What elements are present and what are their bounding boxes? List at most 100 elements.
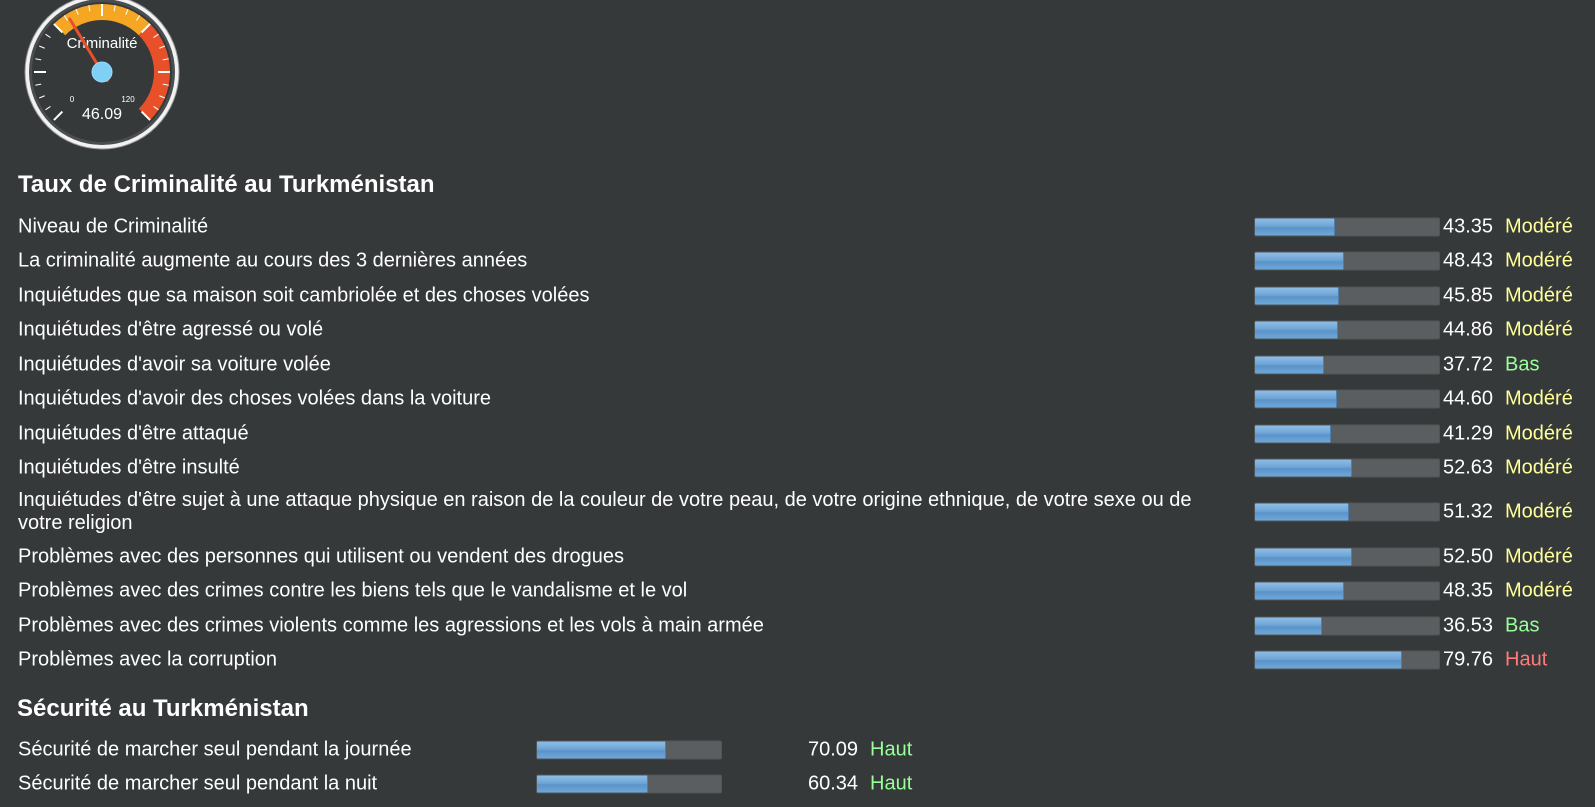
crime-row-bar — [1254, 424, 1440, 443]
crime-section-title: Taux de Criminalité au Turkménistan — [18, 171, 435, 198]
crime-row-value: 52.50 — [1443, 545, 1494, 567]
gauge-value: 46.09 — [82, 106, 122, 123]
crime-row-bar — [1254, 286, 1440, 305]
safety-row: Sécurité de marcher seul pendant la jour… — [18, 733, 1018, 767]
safety-table: Sécurité de marcher seul pendant la jour… — [18, 733, 1018, 801]
crime-row: Inquiétudes d'être attaqué 41.29 Modéré — [18, 416, 1578, 451]
crime-row-bar-fill — [1255, 459, 1352, 477]
crime-row-value: 44.86 — [1443, 318, 1494, 341]
crime-row-bar — [1254, 616, 1440, 635]
crime-row-value: 48.35 — [1443, 579, 1494, 602]
crime-row: Problèmes avec la corruption 79.76 Haut — [18, 643, 1578, 677]
crime-row-bar — [1254, 650, 1440, 670]
crime-row-level: Modéré — [1505, 500, 1573, 523]
crime-row-level: Modéré — [1505, 545, 1573, 567]
crime-index-gauge: Criminalité 0 120 46.09 — [22, 0, 182, 152]
crime-row: Inquiétudes d'avoir des choses volées da… — [18, 382, 1578, 416]
crime-row-label: Inquiétudes d'avoir sa voiture volée — [18, 353, 331, 375]
crime-row-bar-fill — [1255, 356, 1325, 373]
crime-row-bar — [1254, 502, 1440, 522]
gauge-min-label: 0 — [70, 95, 75, 104]
crime-row-bar — [1254, 355, 1440, 374]
safety-row-level: Haut — [870, 772, 913, 795]
crime-row-label: Inquiétudes que sa maison soit cambriolé… — [18, 284, 590, 306]
safety-row-label: Sécurité de marcher seul pendant la nuit — [18, 772, 378, 795]
crime-row-value: 52.63 — [1443, 456, 1494, 479]
safety-row: Sécurité de marcher seul pendant la nuit… — [18, 767, 1018, 801]
crime-row-bar-fill — [1255, 321, 1338, 339]
crime-row-bar-fill — [1255, 390, 1338, 408]
gauge-label: Criminalité — [67, 35, 138, 52]
crime-row: Inquiétudes d'être insulté 52.63 Modéré — [18, 451, 1578, 485]
crime-row-value: 79.76 — [1443, 648, 1494, 671]
crime-row-level: Bas — [1505, 353, 1540, 375]
crime-row-level: Modéré — [1505, 422, 1573, 444]
crime-row-bar-fill — [1255, 252, 1345, 270]
crime-row-label: Inquiétudes d'être sujet à une attaque p… — [18, 489, 1192, 534]
crime-row: Problèmes avec des crimes violents comme… — [18, 608, 1578, 643]
crime-row-label: Inquiétudes d'être insulté — [18, 456, 240, 479]
crime-row-value: 43.35 — [1443, 215, 1494, 238]
safety-row-bar-fill — [537, 741, 666, 759]
safety-row-value: 60.34 — [808, 772, 859, 795]
page: Criminalité 0 120 46.09 Taux de Criminalité… — [0, 0, 1595, 807]
gauge-max-label: 120 — [121, 95, 135, 104]
crime-row-bar — [1254, 458, 1440, 478]
crime-row-value: 48.43 — [1443, 249, 1494, 272]
crime-row-label: Niveau de Criminalité — [18, 215, 209, 238]
gauge-hub — [91, 61, 113, 83]
crime-row: La criminalité augmente au cours des 3 d… — [18, 244, 1578, 278]
crime-row-label: La criminalité augmente au cours des 3 d… — [18, 249, 528, 272]
crime-row-bar — [1254, 320, 1440, 340]
crime-row: Problèmes avec des crimes contre les bie… — [18, 574, 1578, 608]
crime-row-bar-fill — [1255, 548, 1352, 565]
crime-row: Inquiétudes d'être agressé ou volé 44.86 M… — [18, 313, 1578, 347]
safety-section-title: Sécurité au Turkménistan — [17, 695, 309, 722]
safety-row-bar — [536, 774, 722, 794]
crime-row-bar — [1254, 389, 1440, 409]
crime-row-level: Modéré — [1505, 284, 1573, 306]
crime-row-bar-fill — [1255, 582, 1344, 600]
crime-row-bar — [1254, 251, 1440, 271]
safety-row-bar — [536, 740, 722, 760]
crime-row-level: Haut — [1505, 648, 1548, 671]
crime-row-bar — [1254, 217, 1440, 237]
crime-row-bar-fill — [1255, 218, 1335, 236]
safety-row-bar-fill — [537, 775, 649, 793]
crime-row-label: Problèmes avec des crimes violents comme… — [18, 614, 764, 636]
crime-row-value: 45.85 — [1443, 284, 1494, 306]
crime-row-bar-fill — [1255, 287, 1340, 304]
crime-row-label: Problèmes avec des crimes contre les bie… — [18, 579, 688, 602]
crime-row-value: 44.60 — [1443, 387, 1494, 410]
crime-row-level: Modéré — [1505, 387, 1573, 410]
crime-row-bar-fill — [1255, 425, 1331, 442]
crime-row-label: Inquiétudes d'être agressé ou volé — [18, 318, 324, 341]
crime-row-level: Modéré — [1505, 579, 1573, 602]
safety-row-value: 70.09 — [808, 738, 859, 761]
crime-row-value: 37.72 — [1443, 353, 1494, 375]
crime-row-level: Modéré — [1505, 215, 1573, 238]
crime-row-level: Modéré — [1505, 249, 1573, 272]
crime-row: Inquiétudes d'être sujet à une attaque p… — [18, 485, 1578, 539]
crime-row-level: Modéré — [1505, 456, 1573, 479]
crime-row-value: 41.29 — [1443, 422, 1494, 444]
gauge-svg: Criminalité 0 120 46.09 — [24, 0, 180, 150]
crime-row: Niveau de Criminalité 43.35 Modéré — [18, 210, 1578, 244]
crime-row-bar-fill — [1255, 617, 1323, 634]
crime-row: Problèmes avec des personnes qui utilise… — [18, 539, 1578, 574]
safety-row-level: Haut — [870, 738, 913, 761]
crime-row-value: 36.53 — [1443, 614, 1494, 636]
crime-table: Niveau de Criminalité 43.35 Modéré La crimi… — [18, 210, 1578, 677]
crime-row-bar — [1254, 581, 1440, 601]
crime-row-bar-fill — [1255, 651, 1402, 669]
crime-row-value: 51.32 — [1443, 500, 1494, 523]
crime-row-label: Inquiétudes d'avoir des choses volées da… — [18, 387, 491, 410]
crime-row: Inquiétudes que sa maison soit cambriolé… — [18, 278, 1578, 313]
crime-row-label: Problèmes avec la corruption — [18, 648, 278, 671]
crime-row-label: Problèmes avec des personnes qui utilise… — [18, 545, 624, 567]
crime-row-bar-fill — [1255, 503, 1350, 521]
crime-row: Inquiétudes d'avoir sa voiture volée 37.7… — [18, 347, 1578, 382]
crime-row-bar — [1254, 547, 1440, 566]
crime-row-level: Bas — [1505, 614, 1540, 636]
crime-row-level: Modéré — [1505, 318, 1573, 341]
